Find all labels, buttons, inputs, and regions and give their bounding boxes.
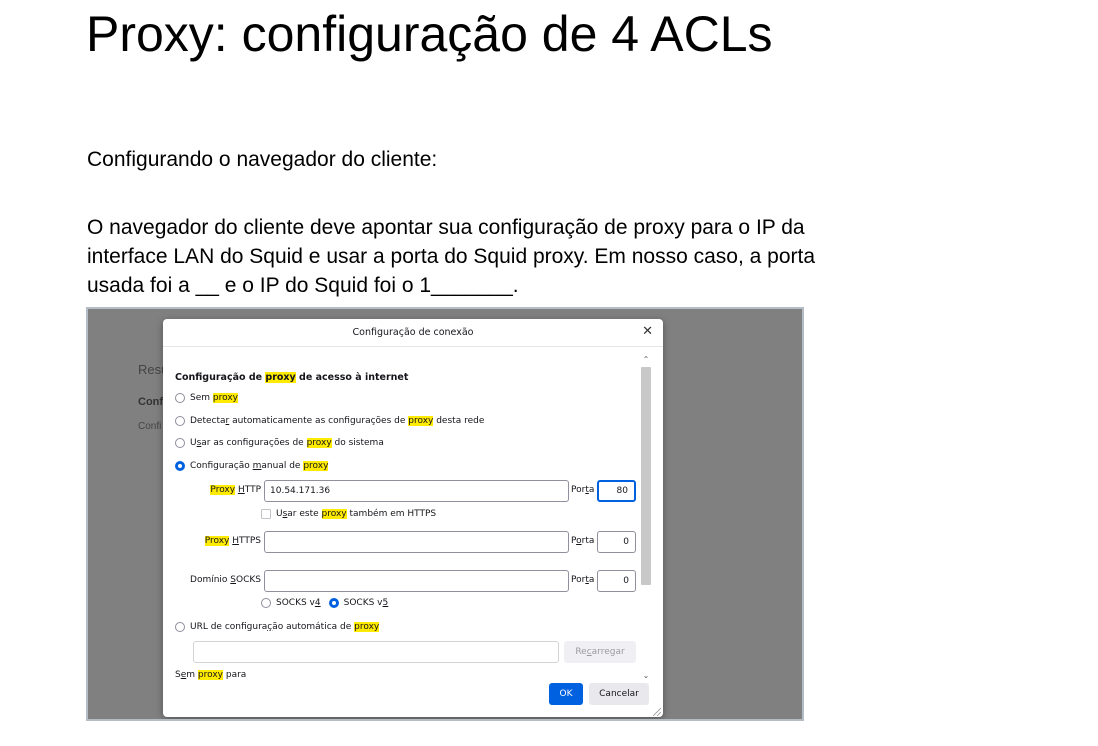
scroll-up-icon[interactable]: ⌃ [639,355,653,364]
connection-settings-screenshot: Resu Conf Confi Configuração de conexão … [86,307,804,721]
radio-button-selected[interactable] [328,598,339,608]
radio-button-selected[interactable] [175,461,185,471]
radio-button[interactable] [175,393,185,403]
description-line: usada foi a __ e o IP do Squid foi o 1__… [87,274,519,297]
radio-auto-detect[interactable]: Detectar automaticamente as configuraçõe… [175,416,484,426]
radio-no-proxy[interactable]: Sem proxy [175,393,238,403]
checkbox-label: Usar este proxy também em HTTPS [276,509,437,519]
proxy-section-title: Configuração de proxy de acesso à intern… [175,372,409,383]
radio-button[interactable] [175,622,185,632]
radio-system-proxy[interactable]: Usar as configurações de proxy do sistem… [175,438,384,448]
cancel-button[interactable]: Cancelar [589,683,649,705]
dialog-titlebar: Configuração de conexão ✕ [163,319,663,347]
radio-auto-config-url[interactable]: URL de configuração automática de proxy [175,622,380,632]
http-port-input[interactable]: 80 [597,480,636,502]
connection-settings-dialog: Configuração de conexão ✕ ⌃ ⌄ Configuraç… [163,319,663,717]
socks-version-group: SOCKS v4 SOCKS v5 [261,598,396,608]
https-also-checkbox-row[interactable]: Usar este proxy também em HTTPS [261,509,436,519]
description-line: O navegador do cliente deve apontar sua … [87,216,805,239]
background-subheading: Conf [138,396,164,408]
http-proxy-input[interactable]: 10.54.171.36 [264,480,569,502]
dialog-scrollbar[interactable]: ⌃ ⌄ [639,355,653,683]
https-proxy-input[interactable] [264,531,569,553]
background-text: Confi [138,421,162,432]
socks-port-label: Porta [571,575,595,585]
socks-host-input[interactable] [264,570,569,592]
resize-grip-icon[interactable] [653,708,661,716]
https-proxy-label: Proxy HTTPS [204,536,261,546]
page-title: Proxy: configuração de 4 ACLs [86,6,773,62]
socks-v4-option[interactable]: SOCKS v4 [261,598,321,608]
description-paragraph: O navegador do cliente deve apontar sua … [87,213,815,300]
http-port-label: Porta [571,485,595,495]
ok-button[interactable]: OK [549,683,583,705]
socks-v4-label: SOCKS v4 [276,598,321,608]
radio-manual-proxy[interactable]: Configuração manual de proxy [175,461,329,471]
radio-label: Detectar automaticamente as configuraçõe… [190,416,485,426]
https-port-label: Porta [571,536,595,546]
close-icon[interactable]: ✕ [642,324,653,339]
socks-v5-option[interactable]: SOCKS v5 [328,598,389,608]
https-also-checkbox[interactable] [261,509,271,519]
radio-button[interactable] [175,438,185,448]
radio-label: URL de configuração automática de proxy [190,622,380,632]
https-port-input[interactable]: 0 [597,531,636,553]
http-proxy-label: Proxy HTTP [210,485,261,495]
no-proxy-for-label: Sem proxy para [175,670,247,680]
description-line: interface LAN do Squid e usar a porta do… [87,245,816,268]
intro-paragraph: Configurando o navegador do cliente: [87,148,438,171]
auto-config-url-input[interactable] [193,641,559,663]
socks-port-input[interactable]: 0 [597,570,636,592]
radio-label: Sem proxy [190,393,238,403]
scroll-down-icon[interactable]: ⌄ [639,671,653,680]
reload-button[interactable]: Recarregar [564,641,636,663]
socks-v5-label: SOCKS v5 [343,598,389,608]
socks-host-label: Domínio SOCKS [190,575,261,585]
radio-button[interactable] [261,598,271,608]
radio-label: Usar as configurações de proxy do sistem… [190,438,384,448]
scroll-thumb[interactable] [641,367,651,585]
dialog-title: Configuração de conexão [352,327,474,338]
radio-label: Configuração manual de proxy [190,461,329,471]
radio-button[interactable] [175,416,185,426]
